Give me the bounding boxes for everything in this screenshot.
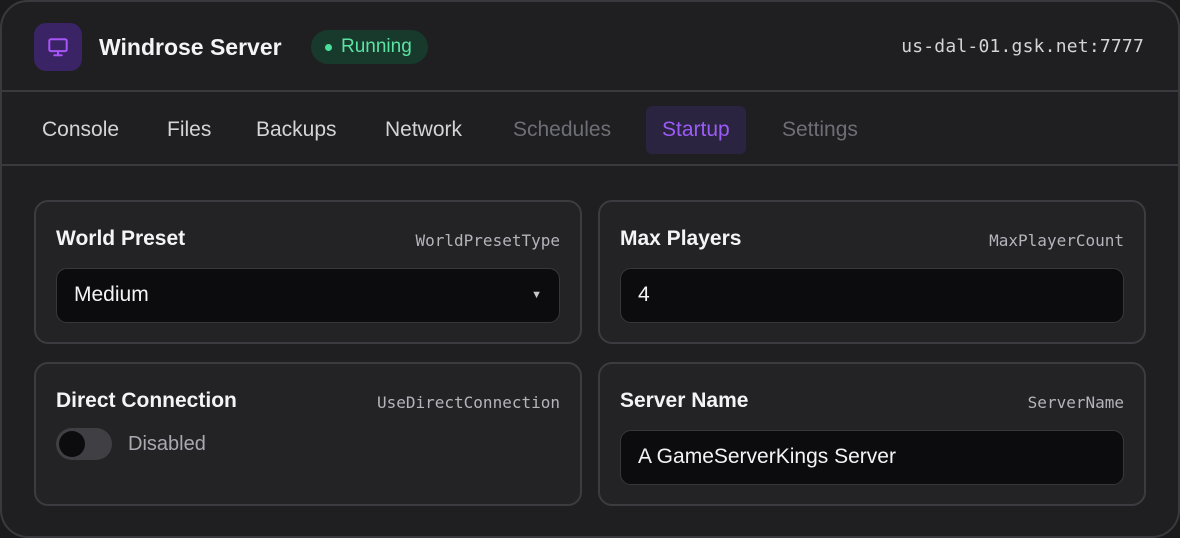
server-name-input[interactable] xyxy=(638,431,1106,483)
max-players-card: Max Players MaxPlayerCount xyxy=(598,200,1146,344)
server-name-key: ServerName xyxy=(1027,393,1124,412)
server-header: Windrose Server Running us-dal-01.gsk.ne… xyxy=(2,2,1178,92)
max-players-input[interactable] xyxy=(638,269,1106,321)
tab-files[interactable]: Files xyxy=(151,106,227,154)
server-address: us-dal-01.gsk.net:7777 xyxy=(901,36,1144,57)
monitor-icon xyxy=(34,23,82,71)
tab-backups[interactable]: Backups xyxy=(240,106,353,154)
toggle-knob xyxy=(59,431,85,457)
server-name-card: Server Name ServerName xyxy=(598,362,1146,506)
direct-connection-card: Direct Connection UseDirectConnection Di… xyxy=(34,362,582,506)
tab-startup[interactable]: Startup xyxy=(646,106,746,154)
server-panel: Windrose Server Running us-dal-01.gsk.ne… xyxy=(0,0,1180,538)
status-dot-icon xyxy=(325,43,332,51)
direct-connection-toggle[interactable] xyxy=(56,428,112,460)
server-name-field xyxy=(620,430,1124,485)
server-name-title: Server Name xyxy=(620,389,749,412)
tab-settings[interactable]: Settings xyxy=(766,106,874,154)
caret-down-icon: ▼ xyxy=(531,289,542,301)
world-preset-key: WorldPresetType xyxy=(415,231,561,250)
tab-network[interactable]: Network xyxy=(369,106,478,154)
world-preset-value: Medium xyxy=(74,283,149,306)
status-text: Running xyxy=(341,36,412,57)
server-title: Windrose Server xyxy=(99,34,282,60)
tab-schedules[interactable]: Schedules xyxy=(497,106,627,154)
direct-connection-state: Disabled xyxy=(128,433,206,455)
max-players-title: Max Players xyxy=(620,227,742,250)
tab-bar: Console Files Backups Network Schedules … xyxy=(2,94,1178,166)
world-preset-title: World Preset xyxy=(56,227,186,250)
world-preset-select[interactable]: Medium ▼ xyxy=(56,268,560,323)
max-players-field xyxy=(620,268,1124,323)
direct-connection-title: Direct Connection xyxy=(56,389,237,412)
status-badge: Running xyxy=(311,30,428,64)
world-preset-card: World Preset WorldPresetType Medium ▼ xyxy=(34,200,582,344)
max-players-key: MaxPlayerCount xyxy=(989,231,1124,250)
tab-console[interactable]: Console xyxy=(26,106,135,154)
direct-connection-key: UseDirectConnection xyxy=(376,393,560,412)
